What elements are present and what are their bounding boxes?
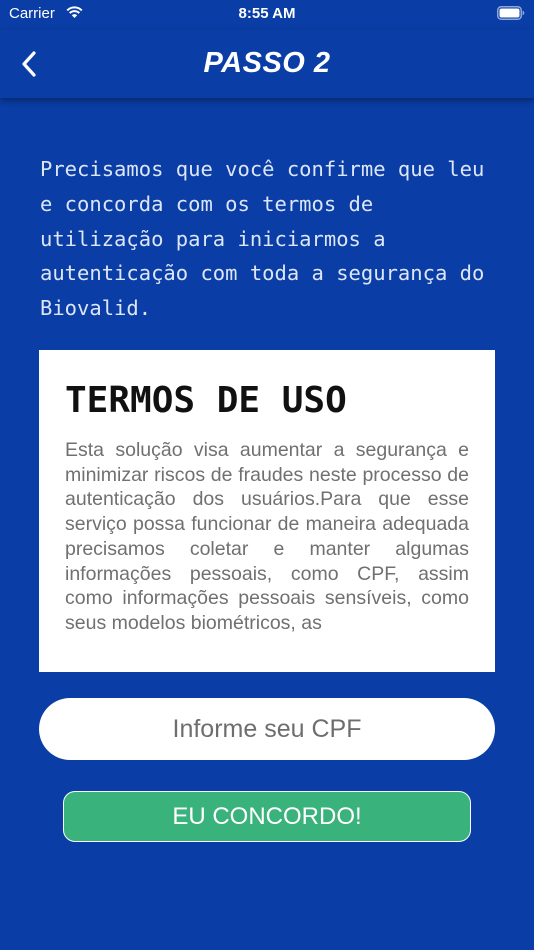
status-time: 8:55 AM bbox=[238, 5, 296, 22]
agree-button[interactable]: EU CONCORDO! bbox=[63, 791, 471, 842]
cpf-input[interactable] bbox=[39, 698, 495, 760]
terms-card[interactable]: TERMOS DE USO Esta solução visa aumentar… bbox=[39, 350, 495, 672]
intro-text: Precisamos que você confirme que leu e c… bbox=[40, 157, 485, 321]
terms-title: TERMOS DE USO bbox=[65, 380, 347, 421]
status-bar: Carrier 8:55 AM bbox=[0, 0, 534, 30]
navigation-bar: PASSO 2 bbox=[0, 30, 534, 98]
battery-icon bbox=[497, 6, 525, 20]
page-title: PASSO 2 bbox=[203, 47, 331, 79]
terms-body: Esta solução visa aumentar a segurança e… bbox=[65, 439, 469, 634]
